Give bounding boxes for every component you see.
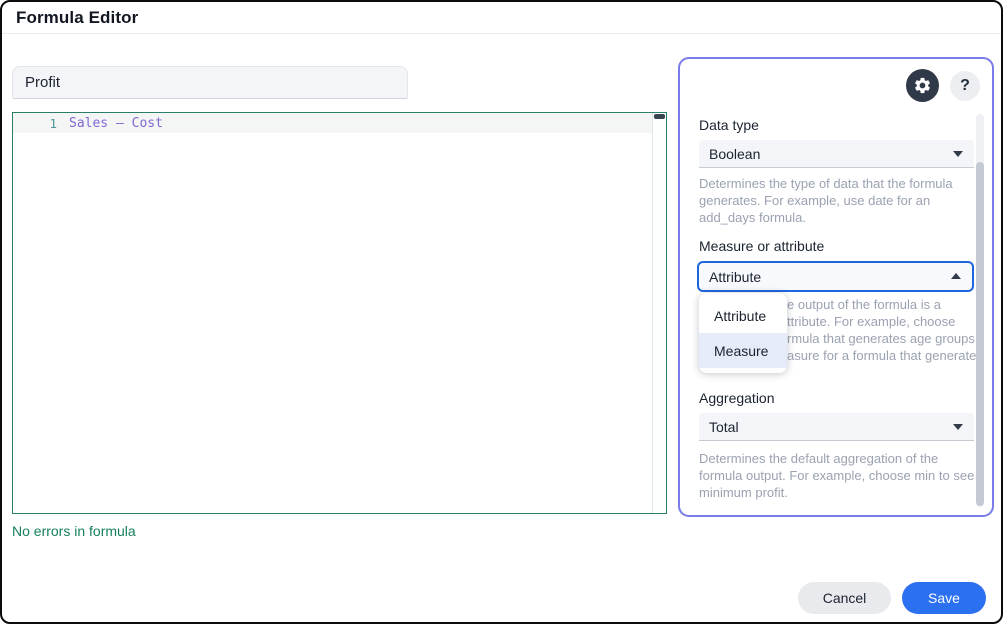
measure-attribute-label: Measure or attribute [699,238,824,254]
aggregation-label: Aggregation [699,390,775,406]
data-type-help: Determines the type of data that the for… [699,175,977,226]
data-type-select[interactable]: Boolean [699,140,974,168]
formula-name-input[interactable] [12,66,408,99]
formula-settings-panel: ? Data type Boolean Determines the type … [678,57,994,517]
formula-code-editor[interactable]: 1 Sales – Cost [12,112,667,514]
measure-attribute-help-fragment: asure for a formula that generates [787,348,983,363]
save-button[interactable]: Save [902,582,986,614]
chevron-up-icon [951,273,961,279]
editor-scrollbar-thumb[interactable] [654,114,665,119]
panel-scrollbar-thumb[interactable] [976,162,984,506]
settings-button[interactable] [906,69,939,102]
aggregation-value: Total [709,419,739,435]
cancel-button[interactable]: Cancel [798,582,891,614]
option-attribute[interactable]: Attribute [699,298,787,333]
gear-icon [913,76,932,95]
measure-attribute-help-fragment: ttribute. For example, choose [787,314,955,329]
measure-attribute-value: Attribute [709,269,761,285]
editor-line-number: 1 [13,116,57,131]
aggregation-select[interactable]: Total [699,413,974,441]
data-type-label: Data type [699,117,759,133]
page-title: Formula Editor [16,8,138,28]
help-button[interactable]: ? [950,71,980,101]
measure-attribute-select[interactable]: Attribute [697,261,974,292]
question-mark-icon: ? [960,77,970,95]
panel-scrollbar[interactable] [976,114,984,507]
option-measure[interactable]: Measure [699,333,787,368]
measure-attribute-help-fragment: rmula that generates age groups, [787,331,979,346]
aggregation-help: Determines the default aggregation of th… [699,450,977,501]
editor-code-line: Sales – Cost [69,116,163,131]
measure-attribute-help-fragment: e output of the formula is a [787,297,941,312]
data-type-value: Boolean [709,146,760,162]
editor-scrollbar[interactable] [652,113,666,513]
chevron-down-icon [953,151,963,157]
chevron-down-icon [953,424,963,430]
formula-status-message: No errors in formula [12,523,136,539]
formula-editor-window: Formula Editor 1 Sales – Cost No errors … [0,0,1003,624]
measure-attribute-dropdown-menu: Attribute Measure [699,293,787,373]
header: Formula Editor [2,2,1001,34]
